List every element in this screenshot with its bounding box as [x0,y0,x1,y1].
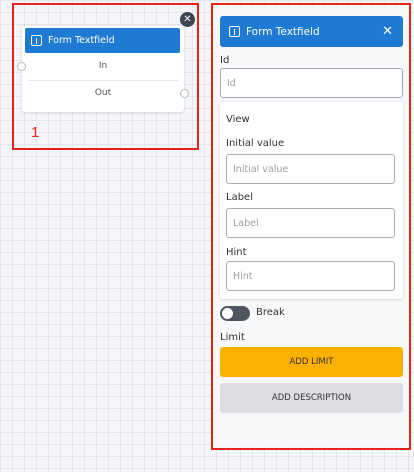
id-input[interactable] [220,68,403,98]
initial-value-input[interactable] [226,154,395,184]
view-section: View Initial value Label Hint [220,102,403,299]
annotation-label-1: 1 [31,124,40,141]
label-input[interactable] [226,208,395,238]
node-header[interactable]: Form Textfield [25,28,180,53]
node-divider [28,80,178,81]
node-close-icon[interactable]: ✕ [180,12,195,27]
node-port-out-label: Out [94,88,112,98]
add-limit-button[interactable]: ADD LIMIT [220,347,403,377]
panel-title: Form Textfield [246,25,320,38]
panel-close-icon[interactable]: ✕ [382,24,393,39]
break-label: Break [256,307,285,318]
add-description-button[interactable]: ADD DESCRIPTION [220,383,403,413]
hint-label: Hint [226,247,247,258]
limit-label: Limit [220,332,245,343]
break-toggle[interactable] [220,306,250,321]
initial-value-label: Initial value [226,138,285,149]
id-label: Id [220,55,230,66]
panel-header: Form Textfield ✕ [220,16,403,47]
node-port-in-label: In [98,61,108,71]
node-input-port[interactable] [17,62,26,71]
node-output-port[interactable] [180,89,189,98]
textfield-icon [229,26,240,37]
label-field-label: Label [226,192,253,203]
properties-panel: Form Textfield ✕ Id View Initial value L… [214,5,409,447]
form-textfield-node[interactable]: Form Textfield In Out [22,26,184,112]
hint-input[interactable] [226,261,395,291]
node-title: Form Textfield [48,35,115,46]
view-section-title: View [226,114,250,125]
textfield-icon [31,35,42,46]
